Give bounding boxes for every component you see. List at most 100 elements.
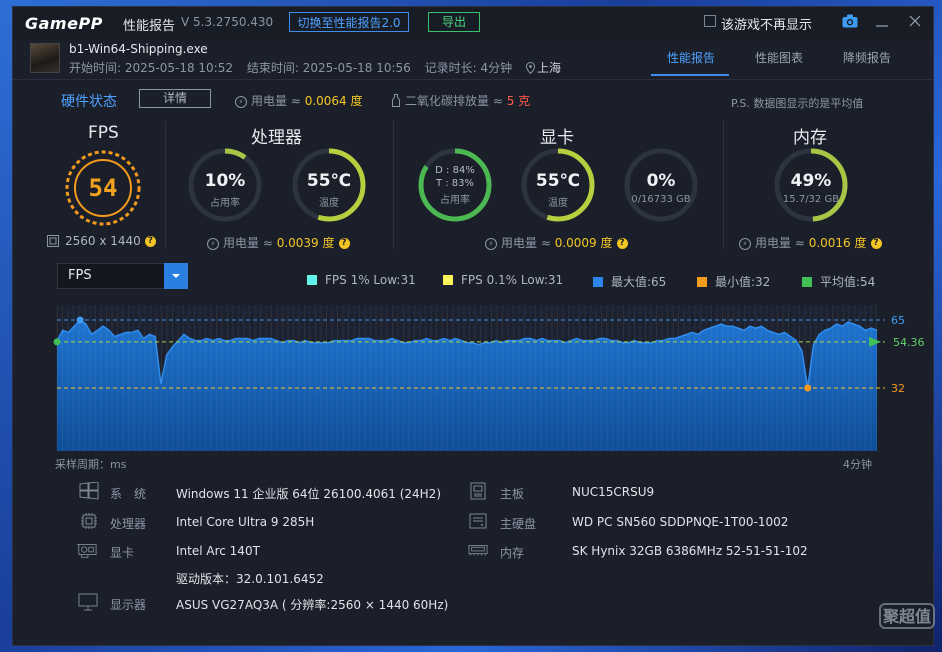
co2-label: 二氧化碳排放量 ≈	[405, 94, 503, 108]
resolution-value: 2560 x 1440	[65, 234, 141, 248]
game-info-bar: b1-Win64-Shipping.exe 开始时间: 2025-05-18 1…	[13, 39, 933, 80]
cpu-temp-value: 55℃	[306, 171, 352, 191]
motherboard-icon	[470, 482, 486, 500]
power-icon: ⚡	[207, 237, 219, 250]
help-icon[interactable]: ?	[870, 238, 882, 249]
close-icon[interactable]	[907, 13, 923, 29]
legend-swatch	[443, 275, 453, 285]
monitor-key: 显示器	[110, 598, 147, 612]
power-label: 用电量 ≈	[223, 236, 273, 250]
max-value-label: 65	[891, 314, 905, 327]
gpu-vram-value: 0%	[646, 171, 676, 191]
chevron-down-icon	[172, 274, 180, 278]
start-time: 开始时间: 2025-05-18 10:52	[69, 61, 233, 75]
legend-fps-1-low: FPS 1% Low:31	[307, 273, 416, 287]
legend-label: 平均值:54	[820, 275, 876, 289]
legend-label: 最大值:65	[611, 275, 667, 289]
memory-usage-value: 49%	[790, 171, 832, 191]
screen-resolution-icon	[47, 235, 59, 247]
legend-swatch	[593, 277, 603, 287]
gpu-usage-gauge: D : 84% T : 83% 占用率	[417, 147, 493, 223]
divider	[165, 121, 166, 249]
fps-gauge: 54	[63, 148, 143, 228]
tab-performance-report[interactable]: 性能报告	[667, 49, 715, 66]
legend-swatch	[802, 277, 812, 287]
title-bar: GamePP 性能报告 V 5.3.2750.430 切换至性能报告2.0 导出…	[13, 7, 933, 39]
legend-min: 最小值:32	[697, 273, 770, 290]
help-icon[interactable]: ?	[144, 236, 156, 247]
hide-game-checkbox[interactable]	[704, 15, 716, 27]
mem-value: SK Hynix 32GB 6386MHz 52-51-51-102	[572, 544, 808, 558]
app-logo: GamePP	[25, 14, 103, 33]
window-title: 性能报告	[123, 19, 176, 34]
legend-fps-0-1-low: FPS 0.1% Low:31	[443, 273, 563, 287]
power-icon: ⚡	[235, 95, 247, 108]
location-pin-icon	[525, 61, 535, 75]
max-point-marker	[76, 316, 84, 324]
min-value-label: 32	[891, 382, 905, 395]
divider	[393, 121, 394, 249]
fps-title: FPS	[88, 123, 119, 143]
gpu-temp-value: 55℃	[535, 171, 581, 191]
metric-select-value: FPS	[68, 268, 92, 283]
gpu-d-usage: D : 84%	[435, 165, 475, 176]
game-name: b1-Win64-Shipping.exe	[69, 42, 208, 56]
bottle-icon	[392, 94, 400, 107]
legend-label: 最小值:32	[715, 275, 771, 289]
record-duration: 记录时长: 4分钟	[424, 61, 513, 75]
resolution: 2560 x 1440?	[47, 234, 156, 248]
camera-icon[interactable]	[842, 14, 858, 28]
app-window: GamePP 性能报告 V 5.3.2750.430 切换至性能报告2.0 导出…	[12, 6, 935, 646]
board-value: NUC15CRSU9	[572, 485, 655, 499]
tab-performance-chart[interactable]: 性能图表	[755, 49, 803, 66]
monitor-icon	[78, 593, 98, 611]
gpu-power: ⚡ 用电量 ≈ 0.0009 度?	[485, 234, 628, 251]
dropdown-arrow[interactable]	[164, 263, 188, 289]
tab-throttle-report[interactable]: 降频报告	[843, 49, 891, 66]
mem-key: 内存	[500, 546, 525, 560]
fps-chart: 65 54.36 32	[53, 305, 925, 451]
gpu-usage-label: 占用率	[440, 195, 470, 206]
legend-max: 最大值:65	[593, 273, 666, 290]
help-icon[interactable]: ?	[338, 238, 350, 249]
hide-game-checkbox-label[interactable]: 该游戏不再显示	[721, 14, 812, 33]
memory-module-icon	[468, 545, 488, 556]
detail-button[interactable]: 详情	[139, 89, 211, 108]
session-info: 开始时间: 2025-05-18 10:52 结束时间: 2025-05-18 …	[69, 59, 571, 76]
divider	[723, 121, 724, 249]
chart-note: P.S. 数据图显示的是平均值	[731, 97, 864, 110]
help-icon[interactable]: ?	[616, 238, 628, 249]
disk-key: 主硬盘	[500, 517, 537, 531]
gpu-driver-version: 驱动版本：32.0.101.6452	[176, 572, 324, 586]
gpu-key: 显卡	[110, 546, 135, 560]
cpu-chip-icon	[81, 513, 97, 529]
total-power: ⚡ 用电量 ≈ 0.0064 度	[235, 92, 363, 109]
minimize-icon[interactable]	[874, 13, 890, 29]
hard-disk-icon	[469, 513, 487, 529]
legend-swatch	[697, 277, 707, 287]
graphics-card-icon	[77, 544, 97, 558]
gpu-vram-gauge: 0% 0/16733 GB	[623, 147, 699, 223]
power-icon: ⚡	[739, 237, 751, 250]
power-label: 用电量 ≈	[251, 94, 301, 108]
metric-select[interactable]: FPS	[57, 263, 188, 289]
avg-start-marker	[53, 338, 61, 346]
x-axis-end-label: 4分钟	[843, 458, 872, 471]
export-button[interactable]: 导出	[428, 12, 480, 32]
legend-label: FPS 0.1% Low:31	[461, 273, 564, 287]
memory-usage-gauge: 49% 15.7/32 GB	[773, 147, 849, 223]
legend-avg: 平均值:54	[802, 273, 875, 290]
switch-report-button[interactable]: 切换至性能报告2.0	[289, 12, 409, 32]
cpu-title: 处理器	[251, 128, 302, 148]
board-key: 主板	[500, 487, 525, 501]
os-value: Windows 11 企业版 64位 26100.4061 (24H2)	[176, 487, 441, 501]
watermark-logo: 聚超值	[879, 603, 935, 629]
co2-emission: 二氧化碳排放量 ≈ 5 克	[391, 92, 530, 109]
power-value: 0.0064 度	[304, 94, 363, 108]
end-time: 结束时间: 2025-05-18 10:56	[246, 61, 411, 75]
gpu-temp-label: 温度	[548, 198, 568, 209]
fps-value: 54	[88, 174, 118, 202]
active-tab-indicator	[651, 74, 729, 76]
cpu-usage-label: 占用率	[210, 198, 240, 209]
gpu-vram-label: 0/16733 GB	[631, 194, 691, 205]
